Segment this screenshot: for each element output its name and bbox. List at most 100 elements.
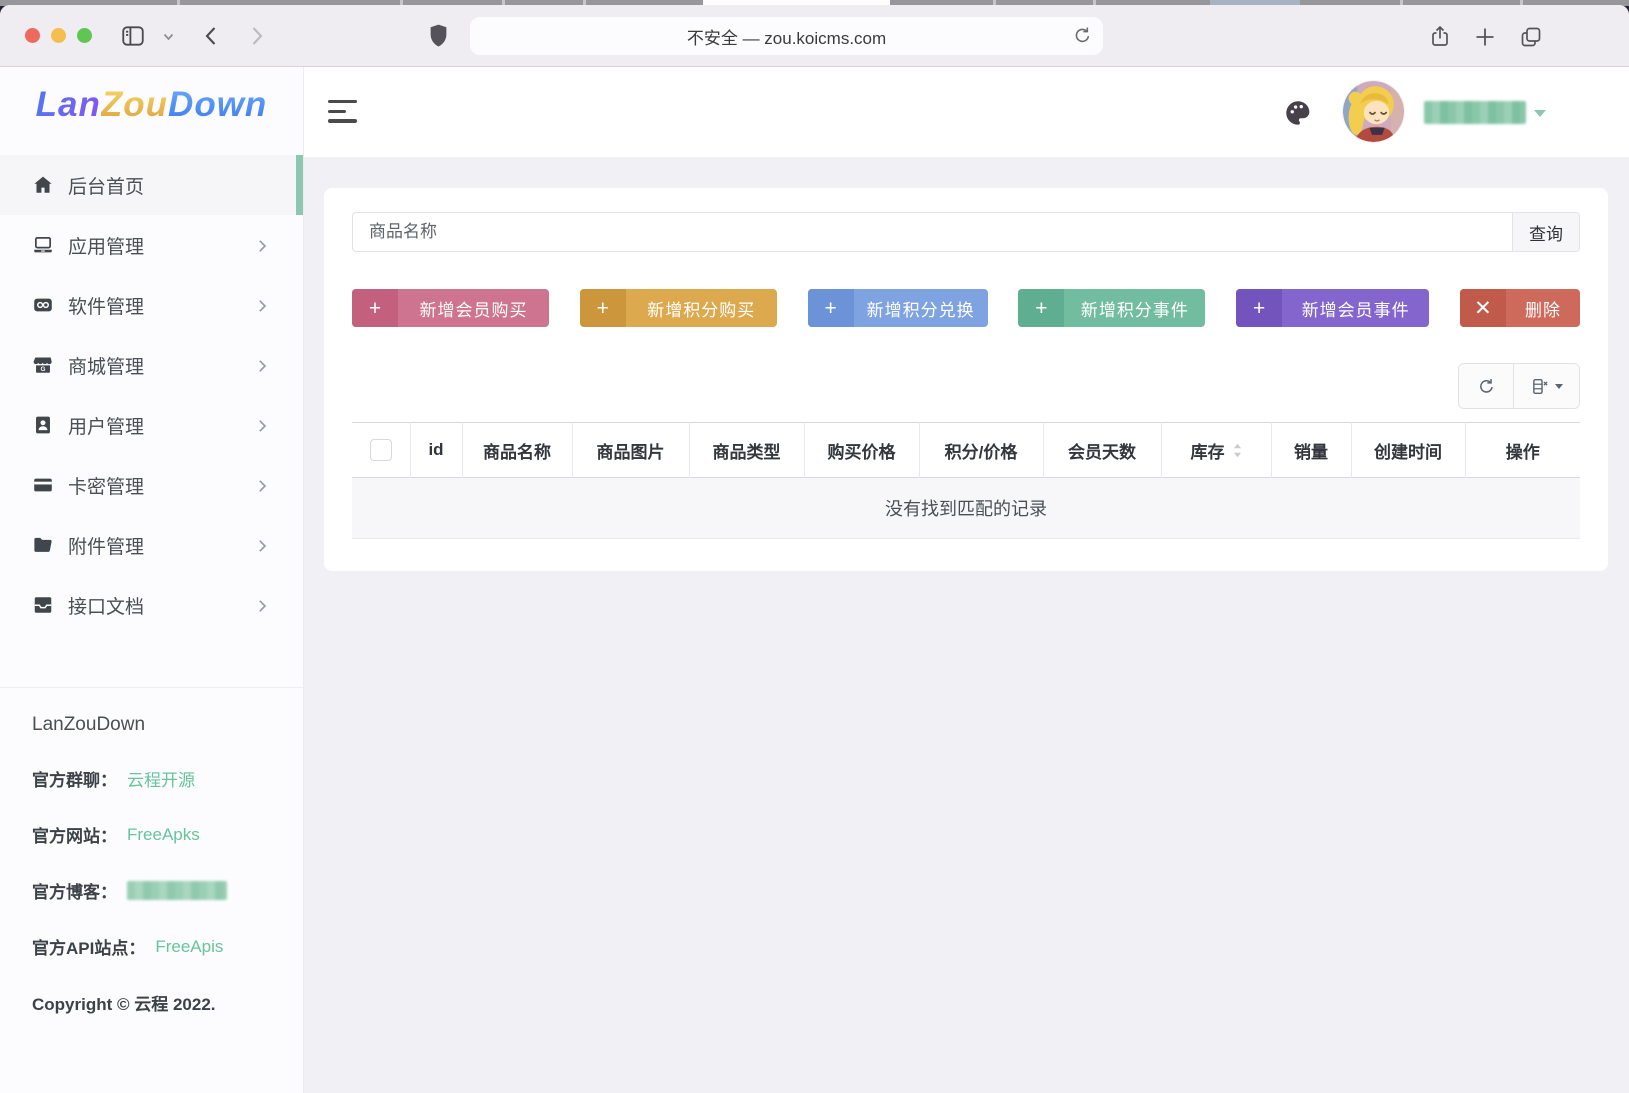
reload-icon[interactable] [1072,25,1093,51]
username-redacted[interactable] [1424,101,1526,124]
palette-icon[interactable] [1283,98,1313,128]
chevron-right-icon [258,419,267,438]
forward-button[interactable] [251,26,264,46]
col-product-type: 商品类型 [689,422,805,478]
add-points-purchase-button[interactable]: + 新增积分购买 [579,289,777,327]
chevron-right-icon [258,299,267,318]
sort-icon [1233,443,1241,457]
app-icon [32,234,54,256]
sidebar-menu: 后台首页 应用管理 软件管理 G 商城管理 用户管理 卡密管理 附件管理 接口文… [0,155,303,635]
software-icon [32,294,54,316]
col-sales: 销量 [1271,422,1352,478]
plus-icon: + [579,289,626,327]
tab-overview-icon[interactable] [1519,25,1543,49]
select-all-cell [352,422,411,478]
home-icon [32,174,54,196]
close-window-button[interactable] [25,28,40,43]
sidebar-item-attachment-management[interactable]: 附件管理 [0,515,303,575]
col-stock-sortable[interactable]: 库存 [1161,422,1272,478]
sidebar-item-dashboard[interactable]: 后台首页 [0,155,303,215]
browser-window: 不安全 — zou.koicms.com LanZouDown 后台首页 应用管… [0,5,1629,1093]
topbar [304,67,1629,157]
caret-down-icon [1554,383,1563,389]
chevron-right-icon [258,479,267,498]
plus-icon: + [1018,289,1065,327]
app-logo[interactable]: LanZouDown [0,85,303,125]
plus-icon: + [352,289,398,327]
footer-label-api-site: 官方API站点： [32,939,146,958]
search-input[interactable] [352,212,1512,252]
table-header-row: id 商品名称 商品图片 商品类型 购买价格 积分/价格 会员天数 库存 销量 … [352,422,1580,478]
sidebar-item-api-docs[interactable]: 接口文档 [0,575,303,635]
products-table: id 商品名称 商品图片 商品类型 购买价格 积分/价格 会员天数 库存 销量 … [352,422,1580,539]
caret-down-icon[interactable] [1534,110,1546,117]
delete-button[interactable]: ✕ 删除 [1459,289,1580,327]
add-member-event-button[interactable]: + 新增会员事件 [1236,289,1430,327]
footer-link-website[interactable]: FreeApks [127,825,200,845]
add-points-event-button[interactable]: + 新增积分事件 [1018,289,1206,327]
x-icon: ✕ [1459,289,1506,327]
content-card: 查询 + 新增会员购买 + 新增积分购买 + 新增积分兑换 [324,188,1608,571]
refresh-button[interactable] [1459,364,1513,408]
new-tab-icon[interactable] [1475,27,1495,47]
col-created-time: 创建时间 [1351,422,1466,478]
sidebar-item-cardkey-management[interactable]: 卡密管理 [0,455,303,515]
col-id: id [410,422,463,478]
sidebar-item-mall-management[interactable]: G 商城管理 [0,335,303,395]
chevron-right-icon [258,359,267,378]
sidebar: LanZouDown 后台首页 应用管理 软件管理 G 商城管理 用户管理 卡密… [0,67,304,1093]
privacy-shield-icon[interactable] [428,22,449,49]
main-content: 查询 + 新增会员购买 + 新增积分购买 + 新增积分兑换 [304,67,1629,1093]
user-icon [32,414,54,436]
chevron-right-icon [258,239,267,258]
hamburger-menu-icon[interactable] [328,100,358,125]
sidebar-item-user-management[interactable]: 用户管理 [0,395,303,455]
chevron-right-icon [258,599,267,618]
select-all-checkbox[interactable] [369,439,392,461]
col-purchase-price: 购买价格 [804,422,920,478]
address-bar[interactable]: 不安全 — zou.koicms.com [470,17,1103,55]
chevron-right-icon [258,539,267,558]
user-avatar[interactable] [1343,81,1404,142]
col-product-name: 商品名称 [462,422,573,478]
footer-label-website: 官方网站： [32,827,117,846]
zoom-window-button[interactable] [77,28,92,43]
footer-app-name: LanZouDown [32,714,146,735]
add-points-exchange-button[interactable]: + 新增积分兑换 [807,289,988,327]
inbox-icon [32,594,54,616]
no-records-message: 没有找到匹配的记录 [352,477,1580,539]
footer-link-api-site[interactable]: FreeApis [155,937,223,957]
sidebar-item-software-management[interactable]: 软件管理 [0,275,303,335]
add-member-purchase-button[interactable]: + 新增会员购买 [352,289,549,327]
footer-link-group-chat[interactable]: 云程开源 [127,766,195,791]
share-icon[interactable] [1428,24,1452,49]
card-key-icon [32,474,54,496]
folder-icon [32,534,54,556]
search-row: 查询 [352,212,1580,252]
chevron-down-icon[interactable] [163,33,174,41]
col-points-price: 积分/价格 [919,422,1044,478]
plus-icon: + [1236,289,1283,327]
svg-text:G: G [41,366,46,373]
sidebar-footer: LanZouDown 官方群聊： 云程开源 官方网站： FreeApks 官方博… [0,687,303,1093]
toggle-columns-button[interactable] [1513,364,1579,408]
browser-chrome: 不安全 — zou.koicms.com [0,5,1629,67]
back-button[interactable] [204,26,217,46]
address-bar-text: 不安全 — zou.koicms.com [686,28,887,48]
col-actions: 操作 [1465,422,1580,478]
actions-row: + 新增会员购买 + 新增积分购买 + 新增积分兑换 + 新增积分事件 + 新增… [352,289,1580,327]
sidebar-toggle-icon[interactable] [120,23,146,49]
footer-link-blog-redacted[interactable] [127,881,227,900]
sidebar-item-app-management[interactable]: 应用管理 [0,215,303,275]
empty-row: 没有找到匹配的记录 [352,477,1580,539]
col-member-days: 会员天数 [1043,422,1162,478]
footer-label-blog: 官方博客： [32,883,117,902]
col-product-image: 商品图片 [572,422,690,478]
mall-icon: G [32,354,54,376]
copyright-text: Copyright © 云程 2022. [32,995,216,1014]
footer-label-group: 官方群聊： [32,771,117,790]
table-toolbar [1458,363,1580,409]
minimize-window-button[interactable] [51,28,66,43]
search-button[interactable]: 查询 [1512,212,1580,252]
plus-icon: + [807,289,854,327]
